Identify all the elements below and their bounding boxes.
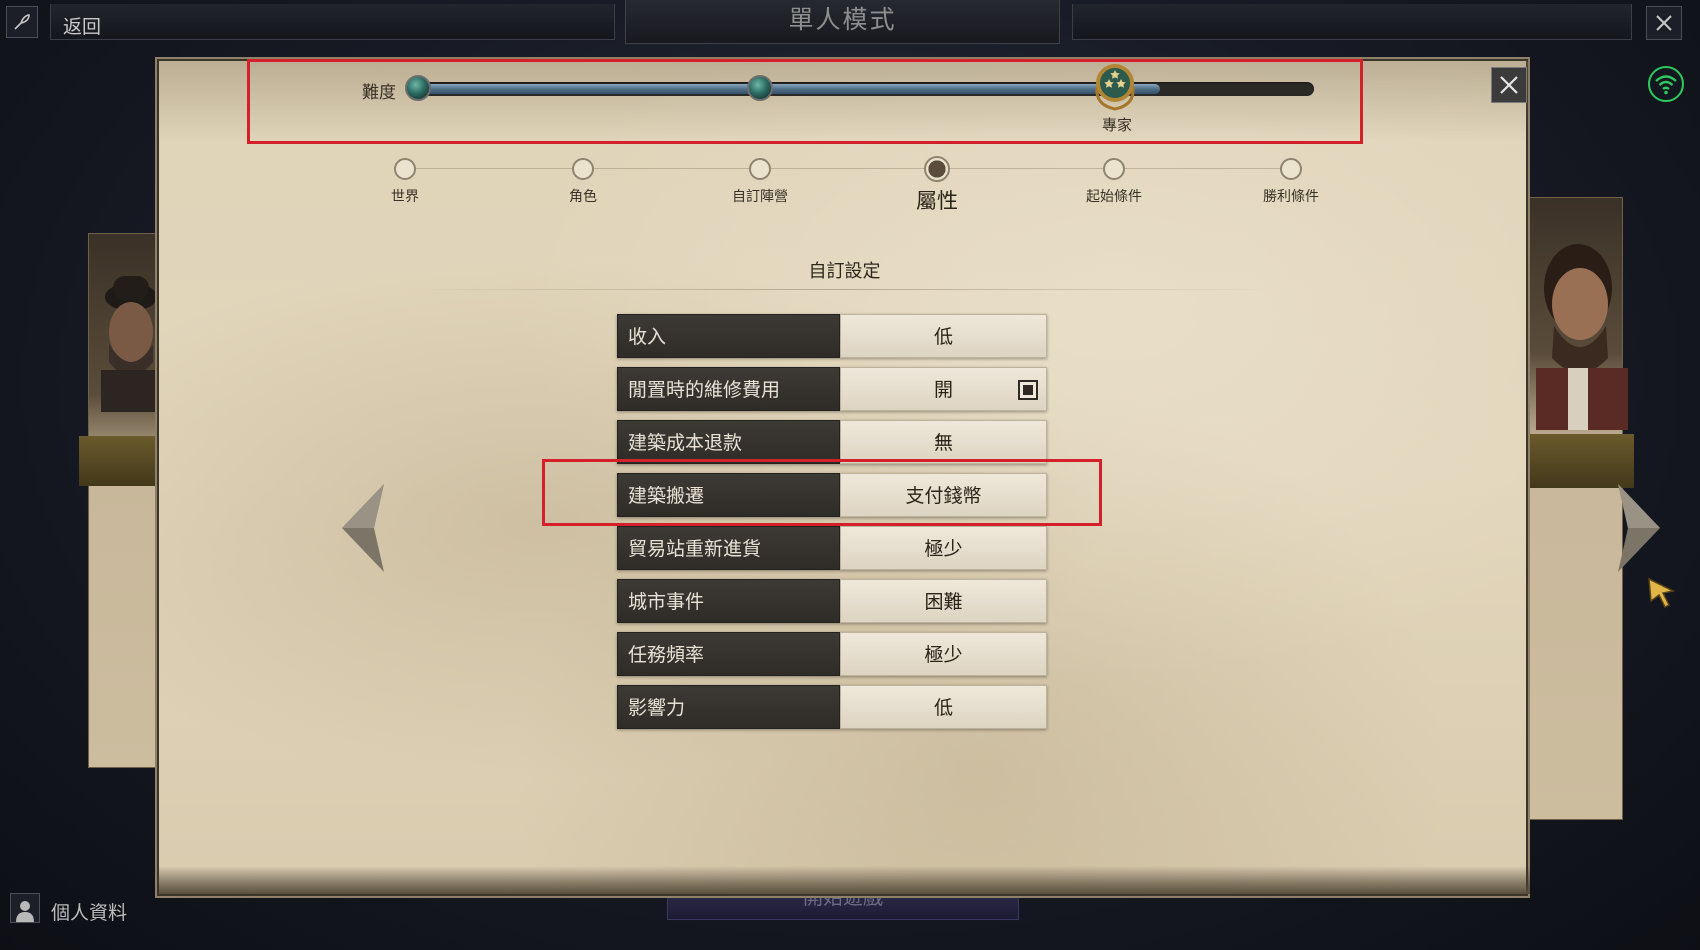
step-label: 角色 — [569, 189, 597, 205]
setting-value-selector[interactable]: 極少 — [840, 526, 1047, 570]
step-custom-faction[interactable]: 自訂陣營 — [700, 158, 820, 206]
step-victory-conditions[interactable]: 勝利條件 — [1231, 158, 1351, 206]
step-label: 自訂陣營 — [732, 189, 788, 205]
setting-value-selector[interactable]: 低 — [840, 314, 1047, 358]
step-dot — [394, 158, 416, 180]
difficulty-value: 專家 — [1101, 116, 1132, 134]
difficulty-slider-fill — [418, 84, 1160, 94]
setting-value-selector[interactable]: 低 — [840, 685, 1047, 729]
page-title: 單人模式 — [625, 0, 1060, 44]
setting-value-toggle[interactable]: 開 — [840, 367, 1047, 411]
setting-value-selector[interactable]: 極少 — [840, 632, 1047, 676]
section-divider — [407, 289, 1277, 290]
step-dot — [749, 158, 771, 180]
top-bar: 返回 單人模式 — [0, 0, 1700, 48]
setting-row-idle-maintenance[interactable]: 閒置時的維修費用 開 — [617, 367, 1047, 411]
next-page-arrow-icon[interactable] — [1614, 482, 1664, 574]
dialog-bottom-edge — [159, 866, 1530, 894]
settings-list: 收入 低 閒置時的維修費用 開 建築成本退款 無 建築搬遷 支付錢幣 貿易站重新… — [617, 314, 1047, 738]
mouse-cursor-icon — [1648, 577, 1676, 609]
character-portrait-right — [1536, 244, 1628, 430]
setting-value-selector[interactable]: 支付錢幣 — [840, 473, 1047, 517]
setting-value-selector[interactable]: 無 — [840, 420, 1047, 464]
difficulty-step-easy-icon[interactable] — [405, 75, 431, 101]
quill-icon-svg — [14, 14, 30, 30]
checkbox-icon[interactable] — [1018, 380, 1038, 400]
setting-value-selector[interactable]: 困難 — [840, 579, 1047, 623]
setting-row-construction-refund[interactable]: 建築成本退款 無 — [617, 420, 1047, 464]
difficulty-expert-medal-icon[interactable] — [1091, 61, 1139, 111]
setting-row-quest-frequency[interactable]: 任務頻率 極少 — [617, 632, 1047, 676]
difficulty-label: 難度 — [362, 83, 396, 103]
difficulty-slider-track[interactable] — [416, 82, 1314, 96]
step-dot — [1103, 158, 1125, 180]
profile-icon[interactable] — [10, 893, 40, 923]
back-button[interactable]: 返回 — [50, 4, 615, 40]
previous-page-arrow-icon[interactable] — [338, 482, 388, 574]
step-starting-conditions[interactable]: 起始條件 — [1054, 158, 1174, 206]
step-world[interactable]: 世界 — [345, 158, 465, 206]
setting-row-city-events[interactable]: 城市事件 困難 — [617, 579, 1047, 623]
setting-label: 收入 — [617, 314, 840, 358]
setting-label: 閒置時的維修費用 — [617, 367, 840, 411]
dialog-close-icon[interactable] — [1491, 67, 1527, 103]
step-dot — [572, 158, 594, 180]
setting-row-influence[interactable]: 影響力 低 — [617, 685, 1047, 729]
character-portrait-left — [101, 276, 157, 412]
step-attributes[interactable]: 屬性 — [877, 156, 997, 215]
top-right-panel — [1072, 4, 1632, 40]
step-character[interactable]: 角色 — [523, 158, 643, 206]
setting-value-text: 開 — [933, 379, 953, 401]
step-dot-active — [924, 156, 950, 182]
connection-wifi-icon[interactable] — [1647, 65, 1685, 103]
step-label: 世界 — [391, 189, 419, 205]
step-label: 起始條件 — [1086, 189, 1142, 205]
section-title: 自訂設定 — [808, 261, 881, 282]
step-dot — [1280, 158, 1302, 180]
setting-label: 城市事件 — [617, 579, 840, 623]
setting-label: 影響力 — [617, 685, 840, 729]
exit-close-icon[interactable] — [1646, 6, 1682, 40]
step-label: 勝利條件 — [1263, 189, 1319, 205]
setting-row-trade-post-restock[interactable]: 貿易站重新進貨 極少 — [617, 526, 1047, 570]
step-label-active: 屬性 — [916, 189, 958, 213]
profile-label[interactable]: 個人資料 — [51, 898, 127, 925]
setting-label: 貿易站重新進貨 — [617, 526, 840, 570]
settings-dialog: 難度 專家 世界 角色 自訂陣營 屬性 起始條件 勝利條件 自訂設定 收入 低 … — [155, 57, 1676, 898]
setting-row-income[interactable]: 收入 低 — [617, 314, 1047, 358]
setting-row-building-relocation[interactable]: 建築搬遷 支付錢幣 — [617, 473, 1047, 517]
difficulty-step-normal-icon[interactable] — [747, 75, 773, 101]
quill-icon[interactable] — [6, 6, 38, 38]
setting-label: 建築搬遷 — [617, 473, 840, 517]
setting-label: 任務頻率 — [617, 632, 840, 676]
setting-label: 建築成本退款 — [617, 420, 840, 464]
